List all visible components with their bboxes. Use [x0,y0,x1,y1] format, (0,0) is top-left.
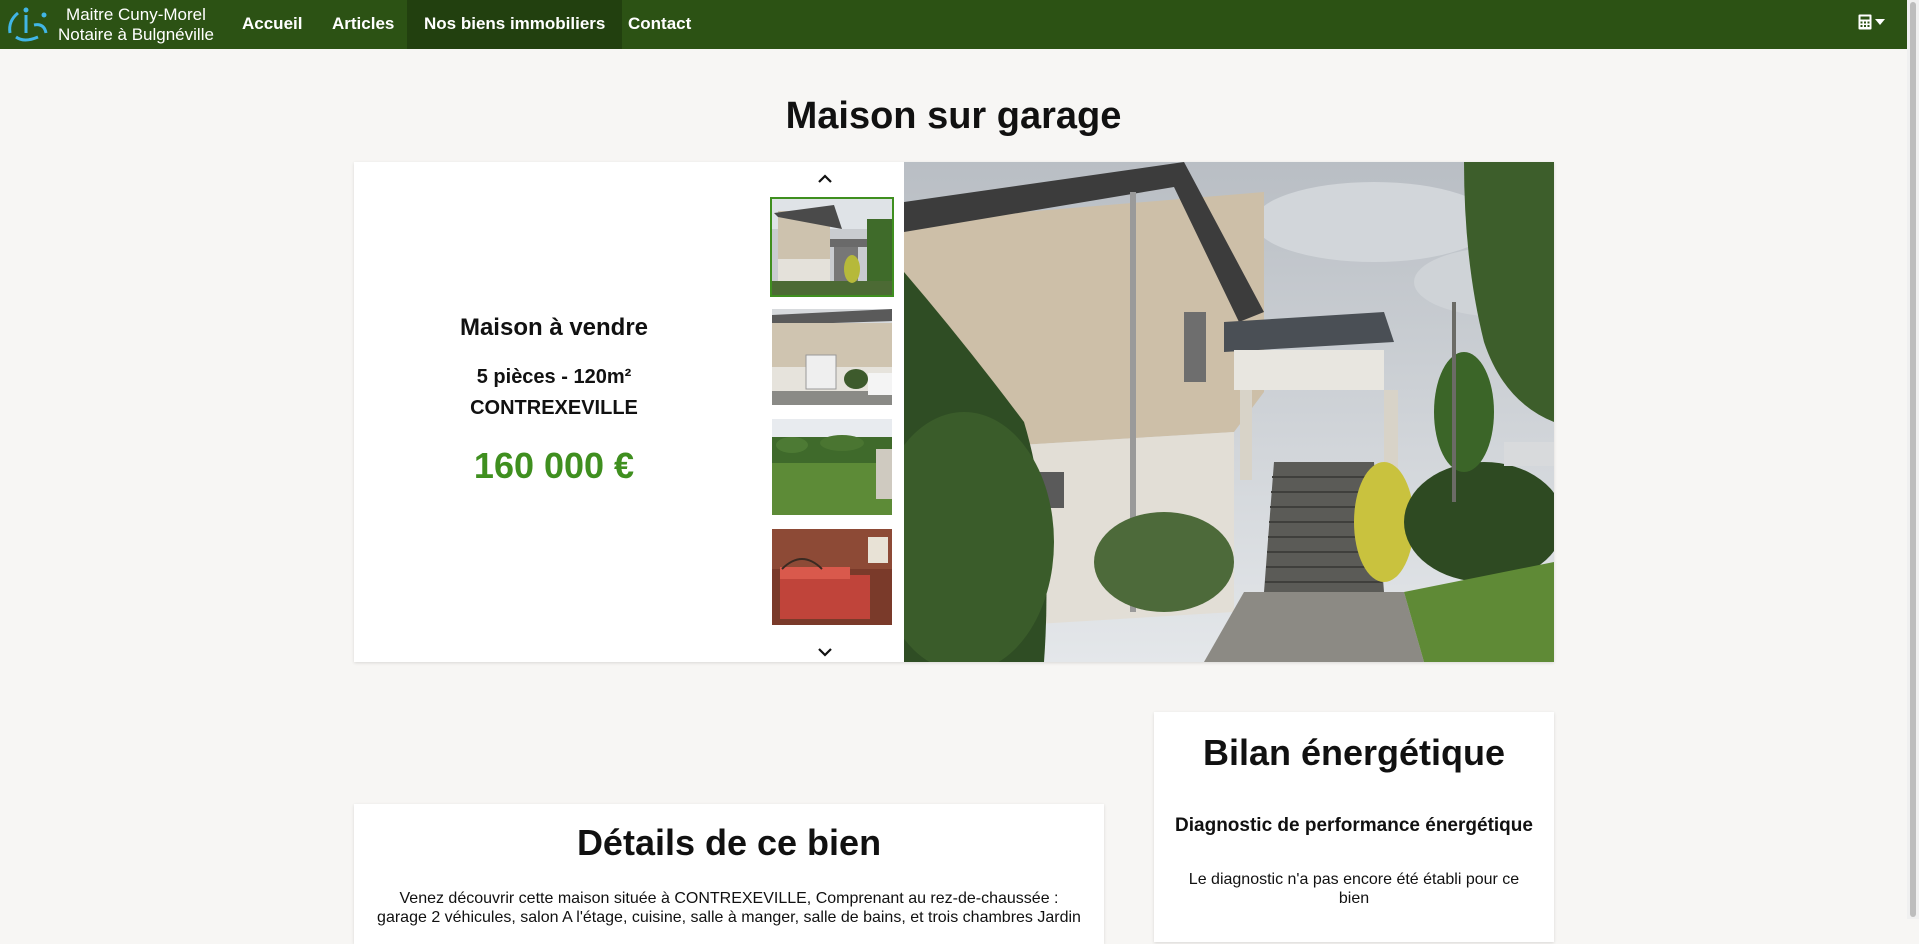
calculator-icon [1858,14,1872,30]
calculator-menu[interactable] [1858,14,1885,30]
brand-line2: Notaire à Bulgnéville [58,24,214,44]
thumbnail-garden [772,419,892,515]
details-description: Venez découvrir cette maison située à CO… [377,890,1081,926]
listing-summary: Maison à vendre 5 pièces - 120m² CONTREX… [354,162,754,662]
nav-accueil[interactable]: Accueil [225,0,319,49]
brand-text: Maitre Cuny-Morel Notaire à Bulgnéville [58,5,214,45]
listing-rooms-area: 5 pièces - 120m² [476,366,632,388]
energy-subtitle: Diagnostic de performance énergétique [1175,815,1533,836]
scrollbar-thumb[interactable] [1910,2,1916,917]
thumbnail-house-front [772,199,892,295]
thumbs-down-button[interactable] [810,640,840,664]
thumbnail-3[interactable] [772,419,892,515]
details-card: Détails de ce bien Venez découvrir cette… [354,804,1104,944]
energy-text: Le diagnostic n'a pas encore été établi … [1188,871,1520,907]
top-navbar: Maitre Cuny-Morel Notaire à Bulgnéville … [0,0,1907,49]
listing-hero: Maison à vendre 5 pièces - 120m² CONTREX… [354,162,1554,662]
page-title: Maison sur garage [785,95,1122,137]
brand-line1: Maitre Cuny-Morel [66,4,206,24]
details-title: Détails de ce bien [576,822,882,863]
brand[interactable]: Maitre Cuny-Morel Notaire à Bulgnéville [0,0,214,49]
caret-down-icon [1875,19,1885,25]
listing-price: 160 000 € [473,445,635,486]
energy-card: Bilan énergétique Diagnostic de performa… [1154,712,1554,942]
thumbnail-strip [760,162,894,664]
house-photo [904,162,1554,662]
thumbnail-2[interactable] [772,309,892,405]
notary-logo-icon [8,7,48,41]
chevron-down-icon [818,647,832,657]
nav-contact[interactable]: Contact [611,0,708,49]
chevron-up-icon [818,173,832,183]
page-scrollbar[interactable] [1907,0,1919,919]
thumbnail-4[interactable] [772,529,892,625]
thumbnail-garage [772,309,892,405]
nav-articles[interactable]: Articles [315,0,411,49]
thumbnail-bedroom [772,529,892,625]
listing-city: CONTREXEVILLE [470,397,638,419]
energy-title: Bilan énergétique [1202,732,1506,773]
main-photo[interactable] [904,162,1554,662]
nav-nos-biens-immobiliers[interactable]: Nos biens immobiliers [407,0,623,49]
thumbs-up-button[interactable] [810,166,840,190]
thumbnail-1[interactable] [770,197,894,297]
listing-type: Maison à vendre [459,314,649,341]
